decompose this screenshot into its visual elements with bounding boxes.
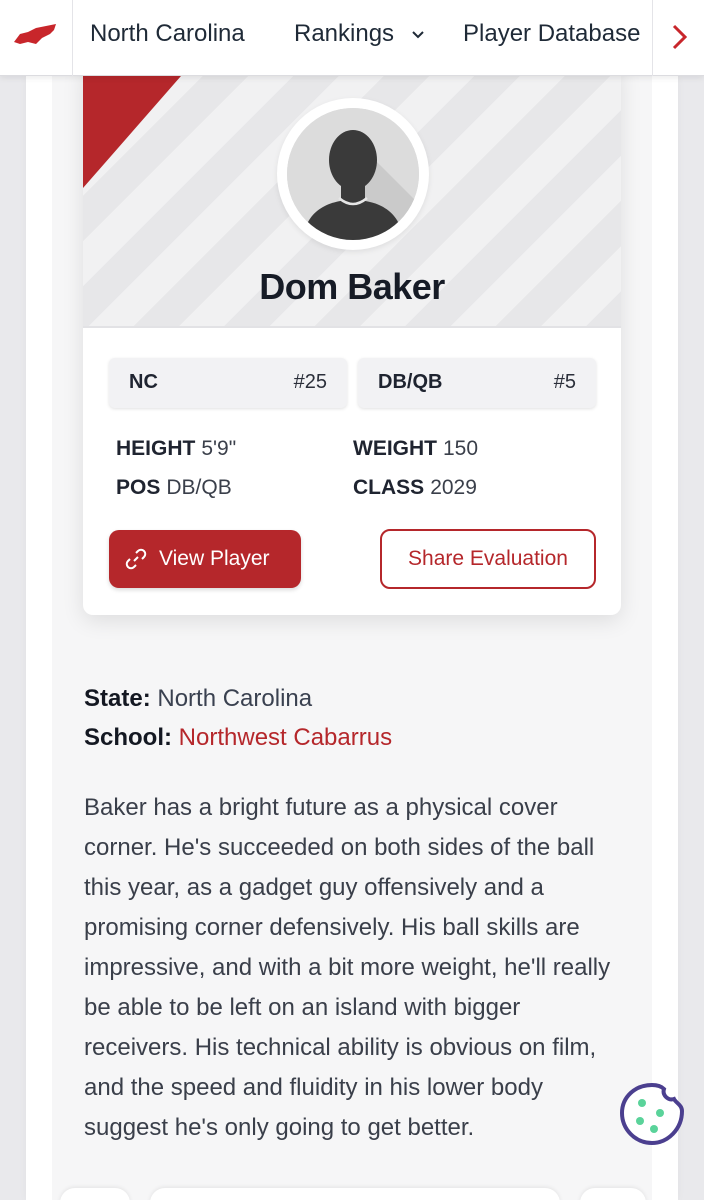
position-rank: #5 [553, 371, 576, 393]
stat-class: CLASS 2029 [353, 476, 477, 500]
chevron-right-icon[interactable] [662, 20, 696, 54]
cookie-icon[interactable] [618, 1081, 686, 1147]
info-state: State: North Carolina [84, 685, 312, 713]
card-corner-accent [83, 60, 195, 188]
state-label: State: [84, 685, 151, 712]
player-silhouette-icon [287, 108, 419, 240]
position-code: DB/QB [378, 371, 443, 393]
player-card: Dom Baker NC #25 DB/QB #5 HEIGHT 5'9" WEI… [83, 60, 621, 615]
nav-divider [72, 0, 73, 76]
position-rank-badge: DB/QB #5 [358, 358, 596, 408]
state-rank-badge: NC #25 [109, 358, 347, 408]
stat-position-label: POS [116, 476, 161, 499]
evaluation-text: Baker has a bright future as a physical … [84, 794, 611, 1141]
state-rank: #25 [293, 371, 327, 393]
top-nav: North Carolina Rankings Player Database [0, 0, 704, 76]
stat-height: HEIGHT 5'9" [116, 437, 236, 461]
stat-class-label: CLASS [353, 476, 425, 499]
stat-weight: WEIGHT 150 [353, 437, 478, 461]
info-school: School: Northwest Cabarrus [84, 724, 392, 752]
player-name: Dom Baker [259, 266, 445, 307]
view-player-label: View Player [159, 547, 270, 570]
stat-weight-label: WEIGHT [353, 437, 437, 460]
chevron-down-icon [412, 30, 424, 39]
nav-divider [652, 0, 653, 76]
share-evaluation-button[interactable]: Share Evaluation [380, 529, 596, 589]
stat-class-value: 2029 [430, 476, 477, 499]
nav-item-player-database[interactable]: Player Database [463, 18, 640, 50]
stat-height-label: HEIGHT [116, 437, 196, 460]
toolbar-segment[interactable] [60, 1188, 130, 1200]
state-value: North Carolina [157, 685, 313, 712]
bottom-toolbar [60, 1188, 646, 1200]
stat-position-value: DB/QB [166, 476, 232, 499]
nc-state-map-icon[interactable] [12, 20, 58, 50]
nav-item-rankings-label: Rankings [294, 20, 395, 47]
school-label: School: [84, 724, 172, 751]
link-icon [125, 548, 147, 570]
toolbar-segment[interactable] [580, 1188, 646, 1200]
stat-height-value: 5'9" [201, 437, 237, 460]
nav-item-north-carolina[interactable]: North Carolina [90, 18, 245, 50]
player-card-header: Dom Baker [83, 60, 621, 328]
stat-position: POS DB/QB [116, 476, 232, 500]
stat-weight-value: 150 [443, 437, 479, 460]
state-code: NC [129, 371, 158, 393]
nav-item-rankings[interactable]: Rankings [294, 18, 425, 50]
avatar-ring [277, 98, 429, 250]
school-link[interactable]: Northwest Cabarrus [179, 724, 392, 751]
toolbar-segment[interactable] [150, 1188, 560, 1200]
view-player-button[interactable]: View Player [109, 530, 301, 588]
